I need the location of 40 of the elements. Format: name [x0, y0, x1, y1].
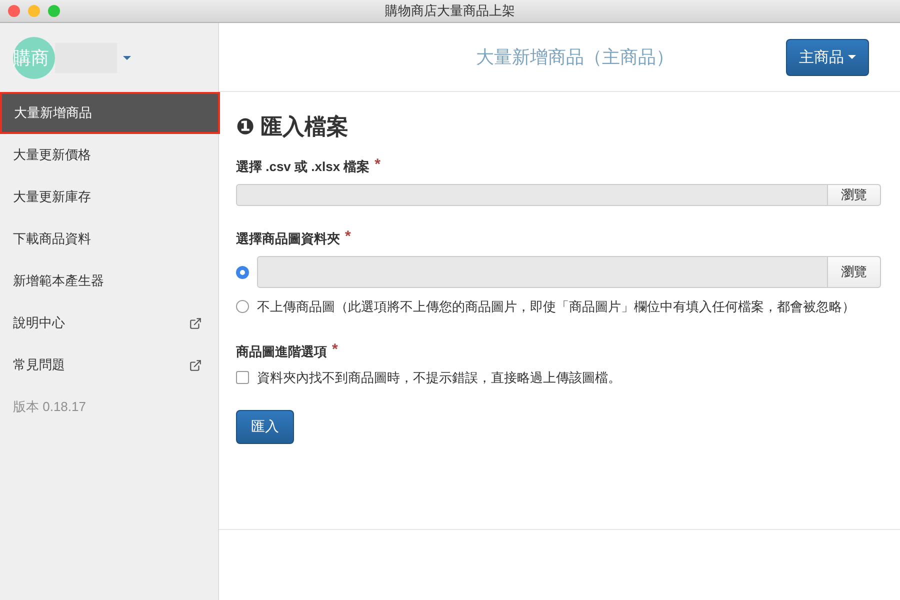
sidebar-item-label: 下載商品資料 [13, 230, 91, 248]
section-heading: ❶ 匯入檔案 [236, 113, 350, 141]
sidebar-item[interactable]: 大量更新庫存 [0, 176, 218, 218]
sidebar-item[interactable]: 常見問題 [0, 344, 218, 386]
sidebar-item[interactable]: 下載商品資料 [0, 218, 218, 260]
sidebar-item[interactable]: 說明中心 [0, 302, 218, 344]
product-menu-button[interactable]: 主商品 [786, 38, 869, 76]
caret-icon [848, 55, 856, 59]
sidebar-item-label: 說明中心 [13, 314, 65, 332]
folder-field[interactable]: 瀏覽 [257, 256, 881, 288]
field-label: 選擇商品圖資料夾 [236, 230, 340, 248]
option-label: 不上傳商品圖（此選項將不上傳您的商品圖片，即使「商品圖片」欄位中有填入任何檔案，都會被忽略） [257, 298, 855, 315]
radio-button[interactable] [236, 266, 249, 278]
required-mark: * [345, 230, 351, 243]
sidebar-item-label: 常見問題 [13, 356, 65, 374]
checkbox-label: 資料夾內找不到商品圖時，不提示錯誤，直接略過上傳該圖檔。 [257, 369, 621, 386]
page-title: 大量新增商品（主商品） [476, 46, 674, 69]
sidebar-item[interactable]: 大量更新價格 [0, 134, 218, 176]
file-field[interactable]: 瀏覽 [236, 184, 881, 206]
required-mark: * [374, 158, 381, 171]
field-label: 選擇 .csv 或 .xlsx 檔案 [236, 158, 370, 176]
sidebar-item-label: 新增範本產生器 [13, 272, 104, 290]
sidebar-item-label: 大量新增商品 [14, 104, 92, 122]
close-icon[interactable] [8, 5, 20, 17]
account-name-blank [55, 42, 117, 72]
required-mark: * [332, 343, 338, 356]
checkbox[interactable] [236, 371, 249, 384]
radio-button[interactable] [236, 300, 249, 313]
browse-button[interactable]: 瀏覽 [827, 185, 880, 205]
sidebar-item-label: 大量更新庫存 [13, 188, 91, 206]
field-label: 商品圖進階選項 [236, 343, 327, 361]
import-button[interactable]: 匯入 [236, 410, 294, 444]
maximize-icon[interactable] [48, 5, 60, 17]
sidebar-item[interactable]: 新增範本產生器 [0, 260, 218, 302]
version-text: 版本 0.18.17 [12, 398, 87, 416]
sidebar-item[interactable]: 大量新增商品 [0, 92, 220, 134]
caret-icon[interactable] [123, 56, 131, 60]
window-title: 購物商店大量商品上架 [385, 2, 515, 20]
sidebar-item-label: 大量更新價格 [13, 146, 91, 164]
browse-button[interactable]: 瀏覽 [827, 257, 880, 287]
